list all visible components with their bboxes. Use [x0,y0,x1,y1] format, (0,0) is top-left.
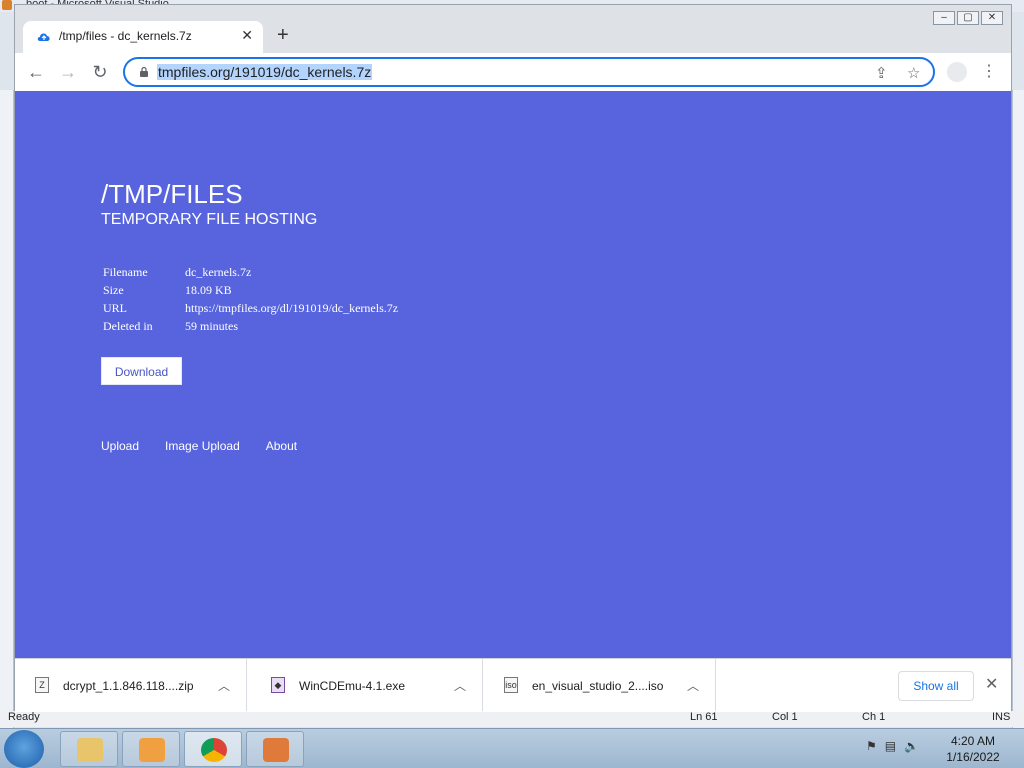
site-title: /TMP/FILES [101,179,243,209]
minimize-button[interactable]: – [933,11,955,25]
network-icon[interactable]: ▤ [885,739,896,753]
back-arrow-icon[interactable]: ← [25,61,47,83]
new-tab-icon[interactable]: + [277,24,289,47]
taskbar-media-player[interactable] [122,731,180,767]
clock[interactable]: 4:20 AM 1/16/2022 [940,733,1006,765]
tab-close-icon[interactable]: ✕ [241,27,253,44]
status-ins: INS [992,711,1011,723]
browser-tab[interactable]: /tmp/files - dc_kernels.7z ✕ [23,21,263,53]
media-player-icon [139,738,165,762]
chrome-icon [201,738,227,762]
download-filename: WinCDEmu-4.1.exe [299,679,406,693]
taskbar-explorer[interactable] [60,731,118,767]
lock-icon [140,67,148,77]
visual-studio-icon [2,0,12,10]
download-filename: dcrypt_1.1.846.118....zip [63,679,194,693]
zip-file-icon: Z [35,677,49,693]
download-filename: en_visual_studio_2....iso [532,679,664,693]
chevron-up-icon[interactable]: ︿ [218,677,230,694]
profile-avatar-icon[interactable] [947,62,967,82]
info-key: URL [103,301,127,315]
status-line: Ln 61 [690,711,718,723]
window-controls: – ▢ ✕ [933,11,1003,25]
downloads-bar: Z dcrypt_1.1.846.118....zip ︿ ◆ WinCDEmu… [15,658,1011,712]
start-button[interactable] [4,730,44,768]
reload-icon[interactable]: ↻ [89,61,111,83]
page-content: /TMP/FILES TEMPORARY FILE HOSTING Filena… [15,91,1011,658]
volume-icon[interactable]: 🔈 [904,739,919,753]
table-row: URL https://tmpfiles.org/dl/191019/dc_ke… [101,301,400,319]
file-info-table: Filename dc_kernels.7z Size 18.09 KB URL… [101,265,400,337]
clock-date: 1/16/2022 [946,750,1000,764]
iso-file-icon: iso [504,677,518,693]
taskbar-chrome[interactable] [184,731,242,767]
installer-icon: ◆ [271,677,285,693]
background-status-bar: Ready Ln 61 Col 1 Ch 1 INS [0,711,1024,727]
info-value: dc_kernels.7z [185,265,252,279]
status-column: Col 1 [772,711,798,723]
status-char: Ch 1 [862,711,886,723]
show-all-button[interactable]: Show all [898,671,974,701]
upload-link[interactable]: Upload [101,439,139,453]
url-text[interactable]: tmpfiles.org/191019/dc_kernels.7z [157,64,373,80]
background-window-right-edge [1012,90,1024,730]
footer-links: Upload Image Upload About [101,439,297,453]
download-item[interactable]: iso en_visual_studio_2....iso ︿ [484,659,716,711]
table-row: Deleted in 59 minutes [101,319,400,337]
system-tray: ⚑ ▤ 🔈 [866,739,919,753]
chevron-up-icon[interactable]: ︿ [687,677,699,694]
about-link[interactable]: About [266,439,297,453]
background-window-left-edge [0,90,14,730]
folder-icon [77,738,103,762]
info-key: Deleted in [103,319,153,333]
image-upload-link[interactable]: Image Upload [165,439,240,453]
table-row: Filename dc_kernels.7z [101,265,400,283]
info-value: 59 minutes [185,319,238,333]
action-center-icon[interactable]: ⚑ [866,739,877,753]
site-subtitle: TEMPORARY FILE HOSTING [101,211,318,228]
browser-window: – ▢ ✕ /tmp/files - dc_kernels.7z ✕ + ← →… [14,4,1012,712]
taskbar-visual-studio[interactable] [246,731,304,767]
browser-toolbar: ← → ↻ tmpfiles.org/191019/dc_kernels.7z … [15,53,1011,91]
bookmark-star-icon[interactable]: ☆ [907,64,920,82]
clock-time: 4:20 AM [950,734,996,748]
close-window-button[interactable]: ✕ [981,11,1003,25]
tab-title: /tmp/files - dc_kernels.7z [59,29,192,43]
visual-studio-icon [263,738,289,762]
download-item[interactable]: ◆ WinCDEmu-4.1.exe ︿ [251,659,483,711]
download-button[interactable]: Download [101,357,182,385]
table-row: Size 18.09 KB [101,283,400,301]
info-value: 18.09 KB [185,283,232,297]
cloud-upload-icon [37,33,50,41]
close-downloads-icon[interactable]: ✕ [985,674,998,694]
info-key: Size [103,283,124,297]
forward-arrow-icon[interactable]: → [57,61,79,83]
status-ready: Ready [8,711,40,723]
info-value: https://tmpfiles.org/dl/191019/dc_kernel… [185,301,399,315]
more-menu-icon[interactable]: ⋮ [981,61,997,81]
share-icon[interactable]: ⇪ [875,64,888,82]
info-key: Filename [103,265,148,279]
taskbar: ⚑ ▤ 🔈 4:20 AM 1/16/2022 [0,728,1024,768]
maximize-button[interactable]: ▢ [957,11,979,25]
download-item[interactable]: Z dcrypt_1.1.846.118....zip ︿ [15,659,247,711]
address-bar[interactable]: tmpfiles.org/191019/dc_kernels.7z ⇪ ☆ [123,57,935,87]
chevron-up-icon[interactable]: ︿ [454,677,466,694]
